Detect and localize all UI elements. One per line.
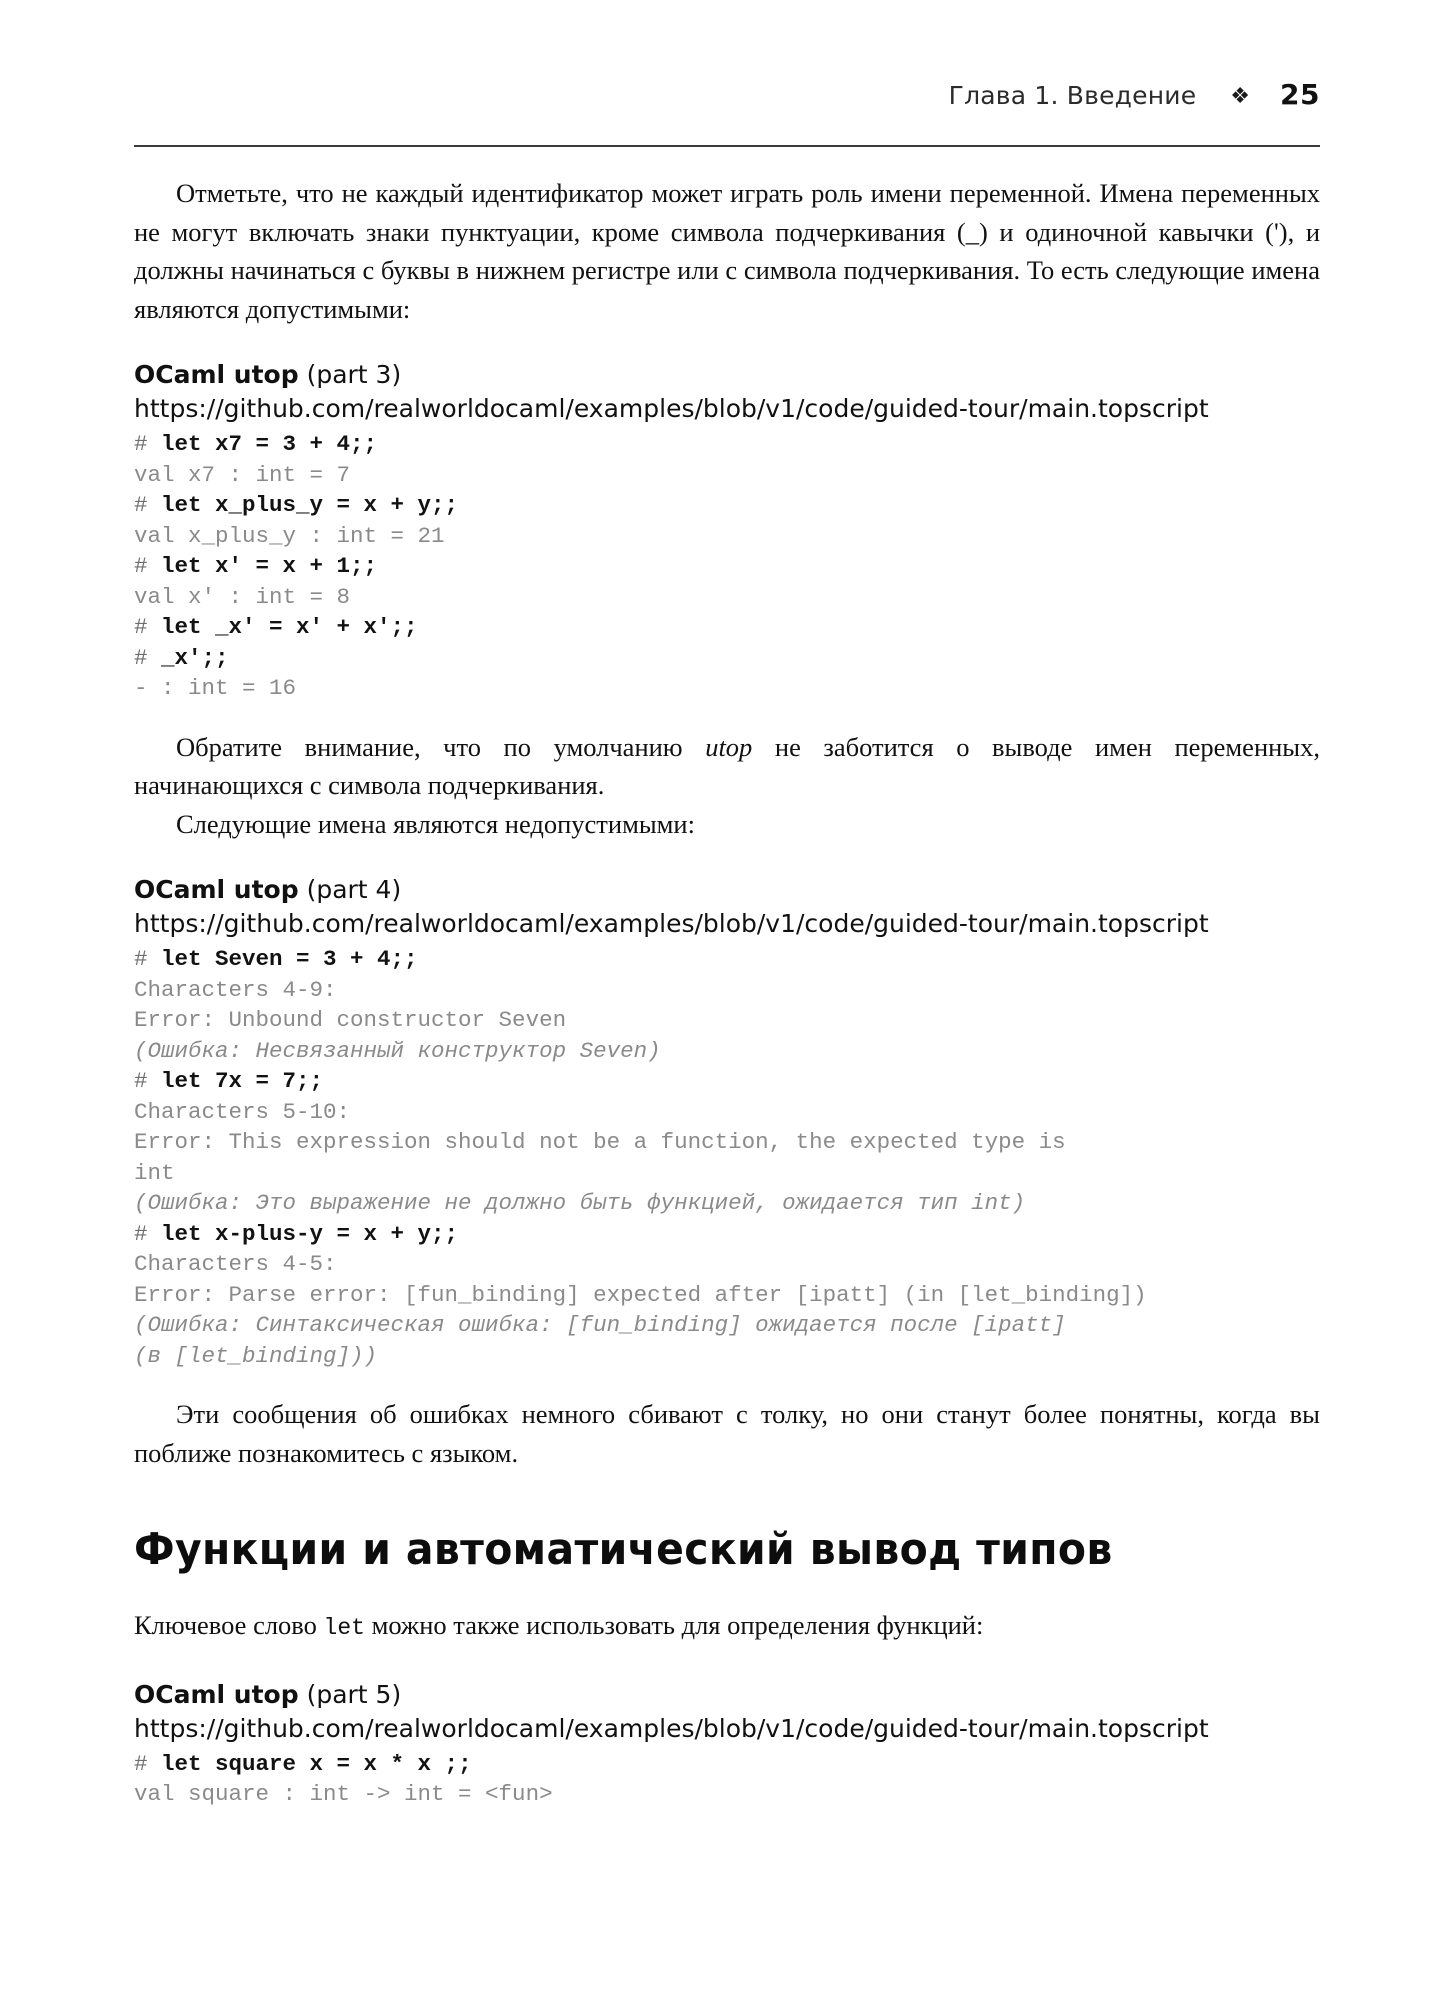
paragraph-intro: Отметьте, что не каждый идентификатор мо… (134, 178, 1320, 324)
listing-url-part5[interactable]: https://github.com/realworldocaml/exampl… (134, 1711, 1320, 1746)
prompt-symbol: # (134, 1068, 162, 1094)
code-line: val x7 : int = 7 (134, 461, 351, 488)
running-head: Глава 1. Введение ❖ 25 (134, 0, 1320, 136)
code-line: (Ошибка: Несвязанный конструктор Seven) (134, 1037, 661, 1064)
code-line: (Ошибка: Это выражение не должно быть фу… (134, 1190, 1026, 1216)
code-line: Error: Unbound constructor Seven (134, 1007, 567, 1033)
code-line: Error: This expression should not be a f… (134, 1129, 1066, 1155)
prompt-symbol: # (134, 553, 162, 579)
code-line: # let 7x = 7;; (134, 1068, 324, 1094)
prompt-symbol: # (134, 946, 162, 972)
page-number: 25 (1280, 78, 1320, 111)
code-line: - : int = 16 (134, 675, 297, 701)
code-line: (Ошибка: Синтаксическая ошибка: [fun_bin… (134, 1312, 1066, 1338)
let-keyword-code: let (323, 1615, 365, 1641)
header-rule (134, 145, 1320, 147)
chapter-title: Глава 1. Введение (948, 81, 1197, 110)
code-line: # let x-plus-y = x + y;; (134, 1220, 459, 1247)
paragraph-let-keyword: Ключевое слово let можно также использов… (134, 1606, 1320, 1648)
code-line: val x' : int = 8 (134, 583, 351, 610)
listing-name: OCaml utop (134, 875, 299, 904)
code-line: Characters 4-9: (134, 976, 337, 1003)
prompt-symbol: # (134, 614, 162, 640)
paragraph-invalid-lead: Следующие имена являются недопустимыми: (176, 808, 695, 839)
paragraph-note: Обратите внимание, что по умолчанию utop… (134, 728, 1320, 805)
prompt-symbol: # (134, 492, 162, 518)
code-line: int (134, 1159, 175, 1186)
listing-caption-part4: OCaml utop (part 4) (134, 873, 1320, 906)
diamond-ornament-icon: ❖ (1230, 83, 1251, 108)
document-page: Глава 1. Введение ❖ 25 Отметьте, что не … (0, 0, 1454, 2000)
let-text-after: можно также использовать для определения… (364, 1610, 984, 1640)
code-line: # let x' = x + 1;; (134, 553, 378, 579)
paragraph-confusing: Эти сообщения об ошибках немного сбивают… (134, 1399, 1320, 1468)
code-line: # let _x' = x' + x';; (134, 614, 418, 640)
listing-part: (part 5) (306, 1679, 402, 1709)
code-block-part5: # let square x = x * x ;; val square : in… (134, 1749, 1320, 1810)
listing-caption-part3: OCaml utop (part 3) (134, 358, 1320, 391)
code-block-part3: # let x7 = 3 + 4;; val x7 : int = 7 # let … (134, 429, 1320, 704)
code-line: val x_plus_y : int = 21 (134, 522, 445, 549)
code-line: val square : int -> int = <fun> (134, 1781, 553, 1807)
prompt-symbol: # (134, 1750, 162, 1777)
listing-part: (part 4) (306, 875, 402, 904)
note-emphasis-utop: utop (705, 731, 753, 762)
listing-caption-part5: OCaml utop (part 5) (134, 1678, 1320, 1711)
listing-url-part3[interactable]: https://github.com/realworldocaml/exampl… (134, 391, 1320, 426)
let-text-before: Ключевое слово (134, 1610, 324, 1640)
prompt-symbol: # (134, 644, 162, 671)
prompt-symbol: # (134, 431, 162, 457)
code-line: (в [let_binding])) (134, 1342, 378, 1369)
code-line: Characters 5-10: (134, 1098, 351, 1125)
code-line: # let square x = x * x ;; (134, 1750, 472, 1777)
note-text-before: Обратите внимание, что по умолчанию (176, 731, 706, 762)
prompt-symbol: # (134, 1220, 162, 1247)
listing-url-part4[interactable]: https://github.com/realworldocaml/exampl… (134, 906, 1320, 941)
listing-name: OCaml utop (134, 1679, 299, 1709)
code-line: # _x';; (134, 644, 229, 671)
code-line: Error: Parse error: [fun_binding] expect… (134, 1281, 1147, 1308)
code-block-part4: # let Seven = 3 + 4;; Characters 4-9: Erro… (134, 944, 1320, 1371)
code-line: # let x7 = 3 + 4;; (134, 431, 378, 457)
listing-part: (part 3) (306, 360, 402, 389)
listing-name: OCaml utop (134, 360, 299, 389)
code-line: # let x_plus_y = x + y;; (134, 492, 459, 518)
code-line: Characters 4-5: (134, 1251, 337, 1277)
code-line: # let Seven = 3 + 4;; (134, 946, 418, 972)
section-heading: Функции и автоматический вывод типов (134, 1524, 1113, 1575)
